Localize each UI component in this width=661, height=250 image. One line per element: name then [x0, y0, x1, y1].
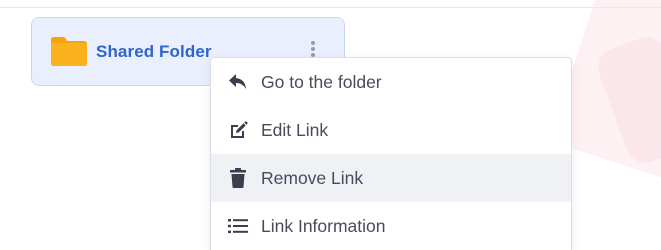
edit-icon: [228, 120, 248, 140]
menu-item-label: Link Information: [261, 215, 386, 236]
menu-item-label: Remove Link: [261, 167, 364, 188]
folder-name[interactable]: Shared Folder: [96, 42, 212, 62]
menu-item-remove-link[interactable]: Remove Link: [211, 154, 571, 202]
menu-item-link-information[interactable]: Link Information: [211, 202, 571, 250]
trash-icon: [228, 168, 248, 188]
menu-item-label: Go to the folder: [261, 71, 382, 92]
menu-item-edit-link[interactable]: Edit Link: [211, 106, 571, 154]
menu-item-label: Edit Link: [261, 119, 329, 140]
menu-item-go-to-folder[interactable]: Go to the folder: [211, 58, 571, 106]
page: Shared Folder Go to the folder Edit Link: [0, 0, 661, 250]
context-menu: Go to the folder Edit Link Remove Link L…: [210, 57, 572, 250]
reply-arrow-icon: [228, 72, 248, 92]
list-icon: [228, 216, 248, 236]
folder-icon: [51, 37, 87, 66]
top-divider: [0, 7, 661, 8]
